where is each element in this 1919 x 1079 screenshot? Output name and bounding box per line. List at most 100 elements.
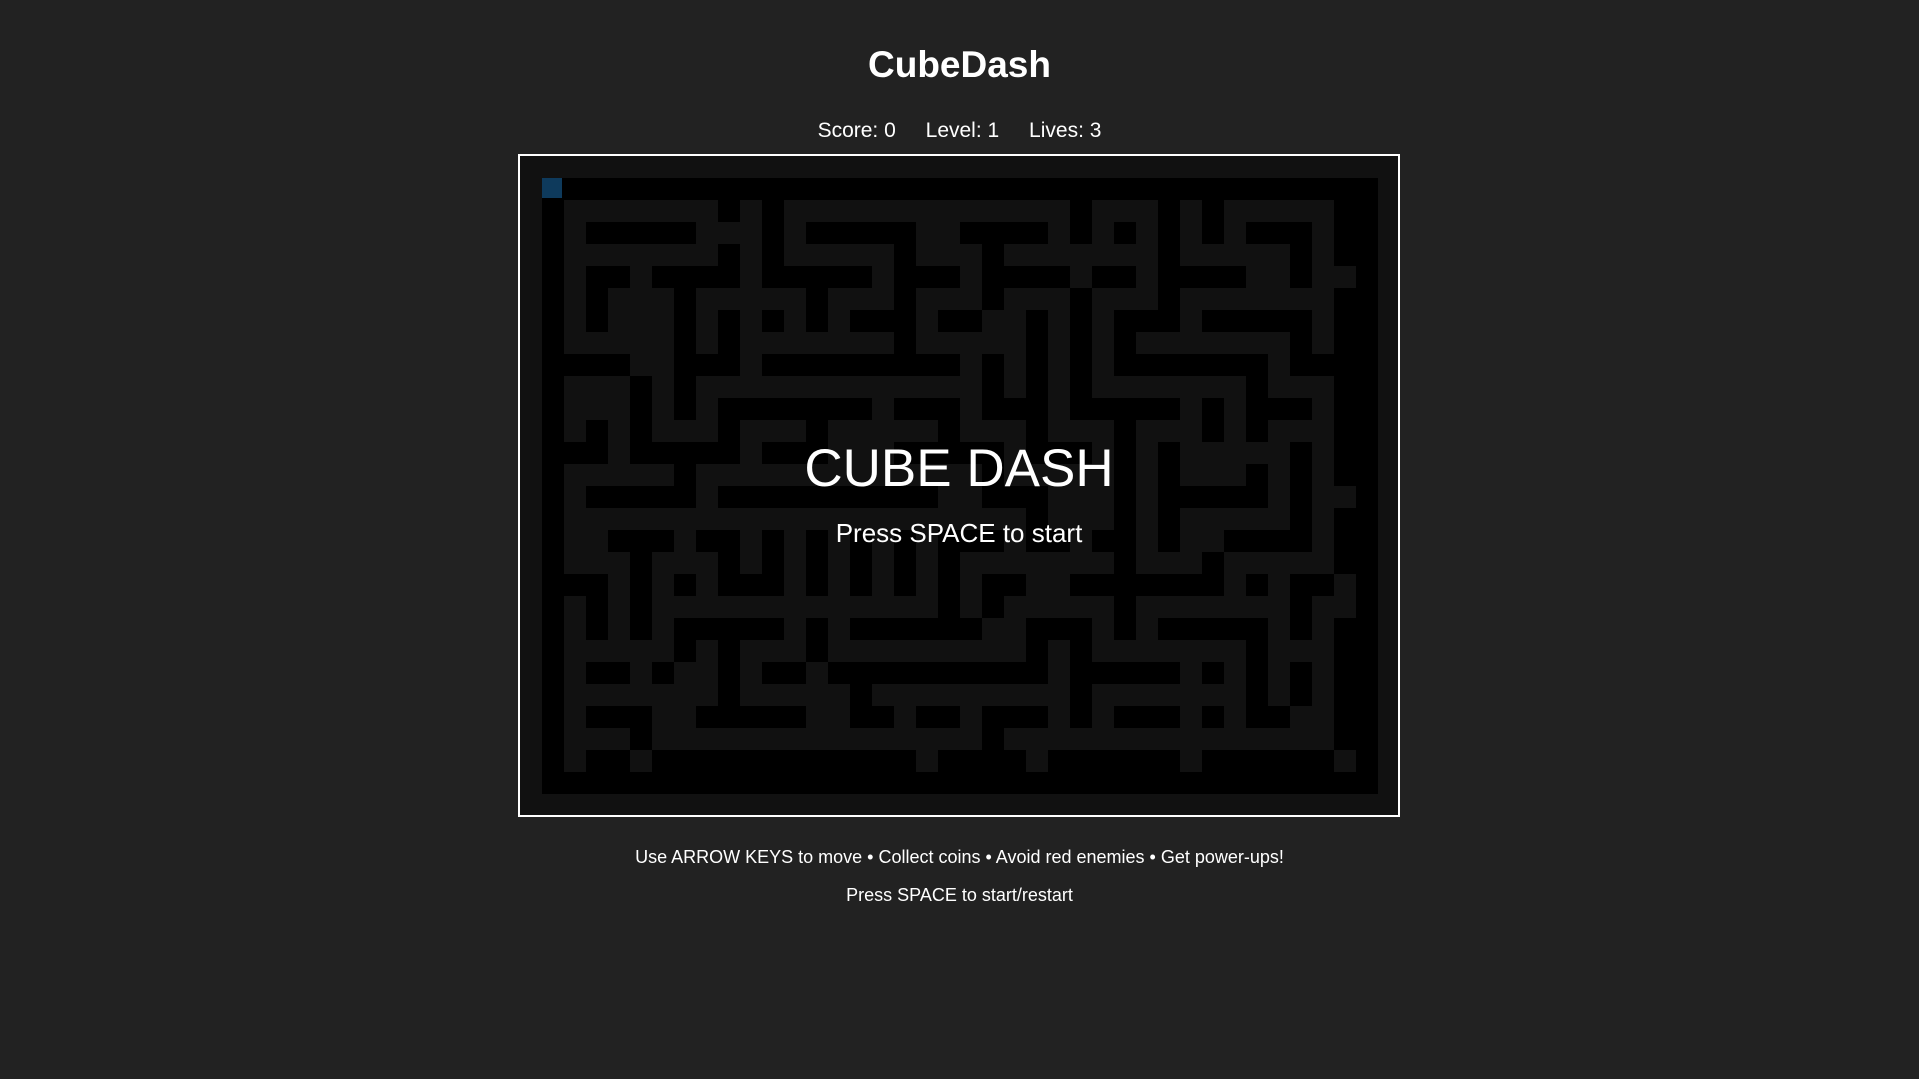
maze-wall [1268,706,1290,728]
maze-wall [1224,178,1246,200]
maze-wall [784,398,806,420]
maze-wall [740,574,762,596]
maze-wall [718,178,740,200]
maze-wall [1136,750,1158,772]
maze-wall [1356,750,1378,772]
maze-wall [1026,618,1048,640]
maze-wall [586,750,608,772]
maze-wall [828,750,850,772]
maze-wall [894,266,916,288]
maze-wall [608,706,630,728]
overlay-title: CUBE DASH [804,439,1114,498]
maze-wall [1004,662,1026,684]
maze-wall [674,288,696,310]
maze-wall [850,354,872,376]
maze-wall [1070,772,1092,794]
maze-wall [1070,684,1092,706]
maze-wall [894,332,916,354]
maze-wall [1356,552,1378,574]
maze-wall [1026,662,1048,684]
maze-wall [762,706,784,728]
maze-wall [564,354,586,376]
maze-wall [1114,662,1136,684]
game-canvas[interactable]: CUBE DASH Press SPACE to start [518,154,1400,817]
maze-wall [1136,310,1158,332]
maze-wall [1136,178,1158,200]
maze-wall [850,552,872,574]
maze-wall [1092,574,1114,596]
maze-wall [784,354,806,376]
maze-wall [1356,376,1378,398]
maze-wall [718,266,740,288]
maze-wall [630,574,652,596]
maze-wall [1334,772,1356,794]
maze-wall [1356,706,1378,728]
maze-wall [1092,750,1114,772]
maze-wall [674,618,696,640]
maze-wall [1180,618,1202,640]
maze-wall [784,178,806,200]
maze-wall [674,310,696,332]
maze-wall [1356,222,1378,244]
maze-wall [1048,266,1070,288]
maze-wall [1290,662,1312,684]
maze-wall [784,706,806,728]
maze-wall [674,222,696,244]
maze-wall [960,618,982,640]
maze-wall [1312,574,1334,596]
maze-wall [1268,178,1290,200]
maze-wall [806,354,828,376]
maze-wall [762,618,784,640]
maze-wall [1158,398,1180,420]
maze-wall [718,684,740,706]
maze-wall [1356,310,1378,332]
maze-wall [652,178,674,200]
maze-wall [542,662,564,684]
maze-wall [564,772,586,794]
maze-wall [916,398,938,420]
maze-wall [982,706,1004,728]
maze-wall [1334,376,1356,398]
maze-wall [762,222,784,244]
maze-wall [542,574,564,596]
maze-wall [1136,706,1158,728]
maze-wall [938,354,960,376]
maze-wall [762,772,784,794]
maze-wall [696,750,718,772]
maze-wall [1158,288,1180,310]
maze-wall [1202,354,1224,376]
maze-wall [608,222,630,244]
maze-wall [674,750,696,772]
maze-wall [1290,178,1312,200]
maze-wall [938,772,960,794]
maze-wall [806,222,828,244]
maze-wall [542,310,564,332]
maze-wall [630,728,652,750]
maze-wall [652,222,674,244]
maze-wall [542,596,564,618]
instructions-text: Use ARROW KEYS to move • Collect coins •… [635,847,1284,867]
maze-wall [542,288,564,310]
maze-wall [1004,772,1026,794]
maze-wall [586,618,608,640]
maze-wall [1268,750,1290,772]
maze-wall [1180,354,1202,376]
maze-wall [916,618,938,640]
maze-wall [872,750,894,772]
maze-wall [1026,772,1048,794]
maze-wall [1026,706,1048,728]
maze-wall [806,552,828,574]
maze-wall [1070,398,1092,420]
maze-wall [696,706,718,728]
maze-wall [894,574,916,596]
maze-wall [1048,178,1070,200]
maze-wall [1180,772,1202,794]
maze-wall [1334,332,1356,354]
maze-wall [894,222,916,244]
maze-wall [542,728,564,750]
maze-wall [718,332,740,354]
maze-wall [1114,354,1136,376]
maze-wall [718,574,740,596]
maze-wall [1246,618,1268,640]
maze-wall [938,706,960,728]
